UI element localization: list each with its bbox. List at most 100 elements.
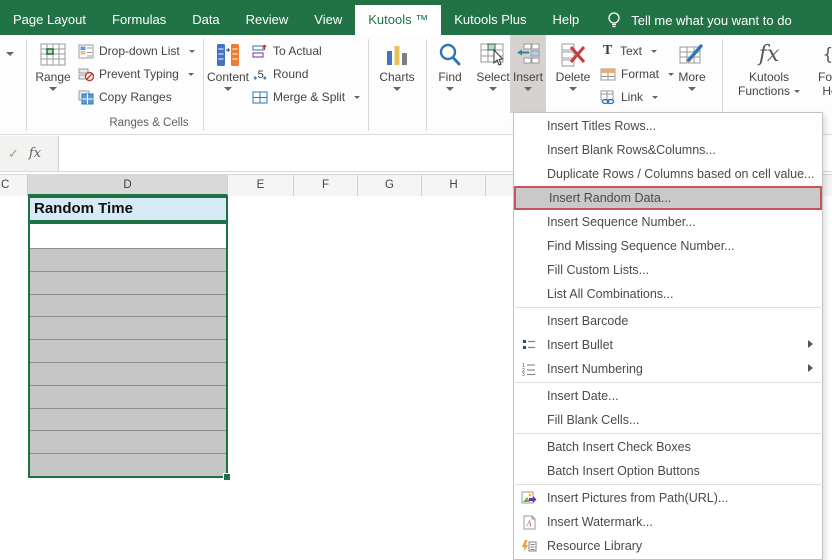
menu-item-insert-barcode[interactable]: Insert Barcode (514, 309, 822, 333)
merge-split-label: Merge & Split (273, 90, 345, 104)
menu-item-find-missing-sequence-number[interactable]: Find Missing Sequence Number... (514, 234, 822, 258)
selected-cell-row[interactable] (30, 385, 226, 408)
column-header-h[interactable]: H (422, 175, 486, 196)
active-cell-d2[interactable] (30, 224, 226, 248)
merge-split-icon (252, 90, 268, 105)
text-button[interactable]: T Text (600, 41, 674, 61)
svg-text:5: 5 (258, 69, 264, 81)
column-header-c[interactable]: C (0, 175, 28, 196)
menu-item-batch-insert-check-boxes[interactable]: Batch Insert Check Boxes (514, 435, 822, 459)
selected-cell-row[interactable] (30, 453, 226, 476)
column-header-e[interactable]: E (228, 175, 294, 196)
menu-separator (515, 484, 821, 485)
to-actual-button[interactable]: To Actual (252, 41, 360, 61)
menu-separator (515, 382, 821, 383)
fill-handle[interactable] (223, 473, 231, 481)
tab-data[interactable]: Data (179, 5, 232, 35)
tab-formulas[interactable]: Formulas (99, 5, 179, 35)
insert-dropdown-menu: Insert Titles Rows... Insert Blank Rows&… (513, 112, 823, 560)
chevron-down-icon (393, 87, 401, 91)
tab-review[interactable]: Review (233, 5, 302, 35)
drop-down-list-label: Drop-down List (99, 44, 180, 58)
copy-ranges-icon (78, 90, 94, 105)
selected-cell-row[interactable] (30, 339, 226, 362)
group-separator (426, 39, 427, 131)
selected-range[interactable] (28, 222, 228, 478)
tab-kutools[interactable]: Kutools ™ (355, 5, 441, 35)
select-button[interactable]: Select (472, 37, 514, 113)
insert-function-icon[interactable]: fx (29, 146, 41, 161)
range-button[interactable]: Range (30, 37, 76, 113)
round-button[interactable]: 5 Round (252, 64, 360, 84)
menu-item-insert-random-data[interactable]: Insert Random Data... (514, 186, 822, 210)
round-icon: 5 (252, 67, 268, 82)
merge-split-button[interactable]: Merge & Split (252, 87, 360, 107)
menu-item-insert-pictures-from-path[interactable]: Insert Pictures from Path(URL)... (514, 486, 822, 510)
content-label: Content (207, 70, 249, 84)
menu-item-list-all-combinations[interactable]: List All Combinations... (514, 282, 822, 306)
kutools-functions-button[interactable]: fx Kutools Functions (736, 37, 802, 113)
format-label: Format (621, 67, 659, 81)
column-header-d[interactable]: D (28, 175, 228, 196)
tell-me-box[interactable]: Tell me what you want to do (606, 5, 791, 35)
selected-cell-row[interactable] (30, 248, 226, 271)
column-header-g[interactable]: G (358, 175, 422, 196)
selected-cell-row[interactable] (30, 408, 226, 431)
menu-separator (515, 307, 821, 308)
selected-cell-row[interactable] (30, 430, 226, 453)
text-icon: T (600, 43, 615, 59)
svg-text:3: 3 (522, 372, 525, 376)
drop-down-list-button[interactable]: Drop-down List (78, 41, 195, 61)
find-button[interactable]: Find (430, 37, 470, 113)
menu-item-insert-bullet[interactable]: Insert Bullet (514, 333, 822, 357)
menu-item-insert-watermark[interactable]: A Insert Watermark... (514, 510, 822, 534)
link-button[interactable]: Link (600, 87, 674, 107)
cell-d1[interactable]: Random Time (28, 196, 228, 222)
enter-check-icon[interactable]: ✓ (8, 146, 19, 162)
content-button[interactable]: Content (206, 37, 250, 113)
insert-button[interactable]: Insert (510, 35, 546, 113)
content-icon (215, 40, 241, 70)
link-label: Link (621, 90, 643, 104)
format-icon (600, 67, 616, 82)
tab-page-layout[interactable]: Page Layout (0, 5, 99, 35)
selected-cell-row[interactable] (30, 271, 226, 294)
column-header-f[interactable]: F (294, 175, 358, 196)
find-icon (437, 40, 463, 70)
menu-item-insert-blank-rows-columns[interactable]: Insert Blank Rows&Columns... (514, 138, 822, 162)
copy-ranges-button[interactable]: Copy Ranges (78, 87, 195, 107)
menu-item-batch-insert-option-buttons[interactable]: Batch Insert Option Buttons (514, 459, 822, 483)
formula-helper-button[interactable]: {()} Formula Helper (808, 37, 832, 113)
menu-separator (515, 433, 821, 434)
chevron-down-icon (569, 87, 577, 91)
menu-item-resource-library[interactable]: Resource Library (514, 534, 822, 558)
tab-help[interactable]: Help (540, 5, 593, 35)
text-label: Text (620, 44, 642, 58)
chevron-down-icon (354, 96, 360, 99)
selected-cell-row[interactable] (30, 294, 226, 317)
tab-kutools-plus[interactable]: Kutools Plus (441, 5, 539, 35)
selected-cell-row[interactable] (30, 316, 226, 339)
selected-cell-row[interactable] (30, 362, 226, 385)
more-button[interactable]: More (672, 37, 712, 113)
prevent-typing-button[interactable]: Prevent Typing (78, 64, 195, 84)
menu-item-insert-date[interactable]: Insert Date... (514, 384, 822, 408)
chevron-down-icon (489, 87, 497, 91)
delete-button[interactable]: Delete (552, 37, 594, 113)
menu-item-insert-numbering[interactable]: 1 2 3 Insert Numbering (514, 357, 822, 381)
round-label: Round (273, 67, 308, 81)
menu-item-fill-custom-lists[interactable]: Fill Custom Lists... (514, 258, 822, 282)
tab-view[interactable]: View (301, 5, 355, 35)
menu-item-insert-titles-rows[interactable]: Insert Titles Rows... (514, 114, 822, 138)
to-actual-icon (252, 44, 268, 59)
chevron-down-icon[interactable] (6, 52, 14, 56)
menu-item-duplicate-rows-columns[interactable]: Duplicate Rows / Columns based on cell v… (514, 162, 822, 186)
kutools-functions-label-line1: Kutools (749, 70, 789, 84)
charts-icon (384, 40, 410, 70)
insert-icon (515, 40, 541, 70)
charts-button[interactable]: Charts (372, 37, 422, 113)
format-button[interactable]: Format (600, 64, 674, 84)
menu-item-insert-sequence-number[interactable]: Insert Sequence Number... (514, 210, 822, 234)
fx-icon: fx (759, 40, 780, 70)
menu-item-fill-blank-cells[interactable]: Fill Blank Cells... (514, 408, 822, 432)
